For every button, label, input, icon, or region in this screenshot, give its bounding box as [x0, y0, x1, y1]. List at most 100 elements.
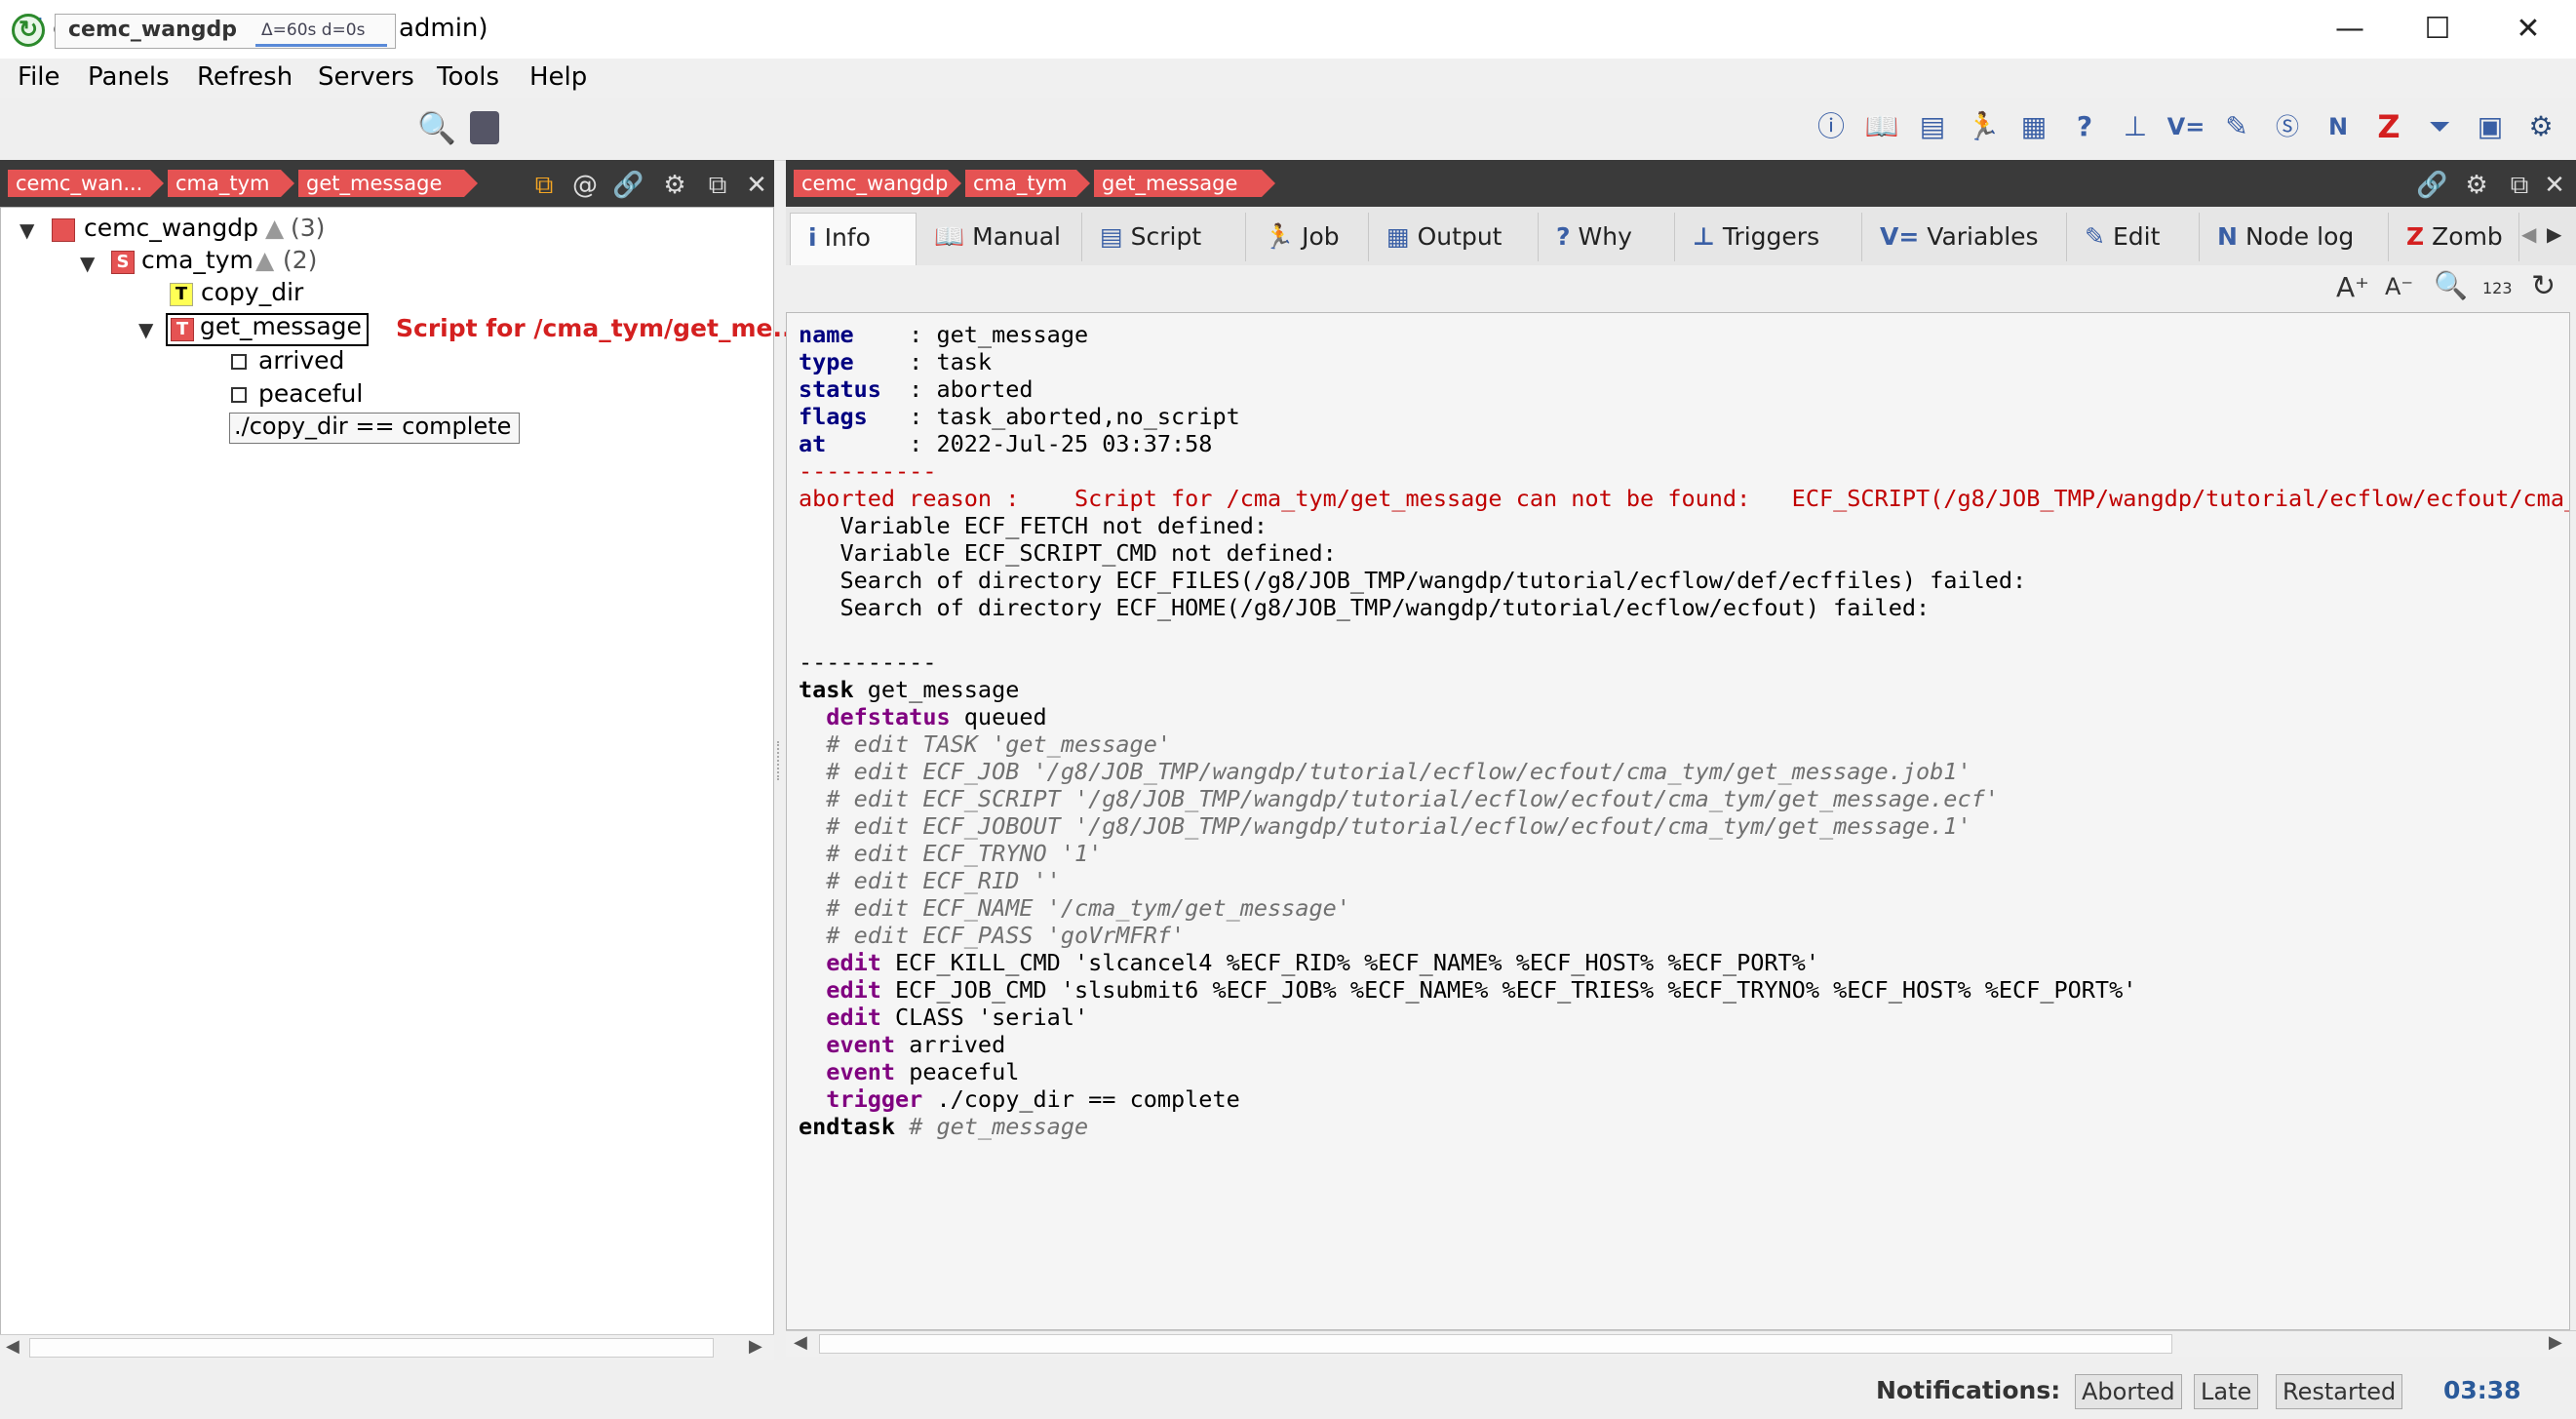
zombie-icon: Z: [2406, 222, 2425, 251]
tree-suite-label[interactable]: cma_tym: [141, 246, 254, 274]
search-icon[interactable]: 🔍: [417, 109, 456, 146]
tree-suite-count: (2): [283, 246, 318, 274]
notification-restarted[interactable]: Restarted: [2276, 1374, 2403, 1409]
menu-help[interactable]: Help: [529, 62, 587, 92]
reload-icon[interactable]: ↻: [2531, 269, 2556, 303]
menu-tools[interactable]: Tools: [437, 62, 499, 92]
tab-triggers[interactable]: ⊥ Triggers: [1675, 213, 1862, 261]
tab-zombies[interactable]: Z Zomb: [2389, 213, 2519, 261]
tree-task-copy-dir[interactable]: copy_dir: [201, 278, 303, 306]
script-file-icon[interactable]: Ⓢ: [2268, 107, 2307, 146]
refresh-icon[interactable]: ↻: [12, 14, 45, 47]
tab-variables[interactable]: V= Variables: [1862, 213, 2067, 261]
tab-script[interactable]: ▤ Script: [1082, 213, 1246, 261]
search-icon[interactable]: 🔍: [2434, 269, 2468, 301]
tree-scroll-thumb[interactable]: [29, 1338, 714, 1358]
tab-node-log[interactable]: N Node log: [2200, 213, 2389, 261]
detach-panel-icon[interactable]: ⧉: [2504, 170, 2535, 201]
tab-scroll-left-icon[interactable]: ◀: [2521, 222, 2536, 246]
def-task-name: get_message: [853, 676, 1020, 703]
info-scroll-thumb[interactable]: [819, 1334, 2172, 1354]
event-checkbox-icon[interactable]: [231, 354, 247, 370]
tab-manual[interactable]: 📖 Manual: [917, 213, 1082, 261]
panel-splitter[interactable]: [777, 741, 785, 780]
breadcrumb-suite[interactable]: cma_tym: [168, 170, 294, 197]
def-task-keyword: task: [799, 676, 854, 703]
menu-file[interactable]: File: [18, 62, 60, 92]
variables-icon[interactable]: V=: [2166, 107, 2205, 146]
at-search-icon[interactable]: @: [569, 170, 601, 201]
tab-edit[interactable]: ✎ Edit: [2067, 213, 2200, 261]
breadcrumb-server[interactable]: cemc_wan...: [8, 170, 164, 197]
aborted-status-icon: [52, 218, 75, 242]
job-icon[interactable]: 🏃: [1964, 107, 2003, 146]
aborted-reason: aborted reason : Script for /cma_tym/get…: [799, 485, 2570, 512]
tree-task-get-message[interactable]: get_message: [200, 312, 362, 340]
panel-settings-icon[interactable]: ⚙: [659, 170, 690, 201]
task-badge-icon: T: [171, 318, 194, 341]
status-bar: [0, 1365, 2576, 1419]
increase-font-icon[interactable]: A⁺: [2336, 271, 2369, 303]
triggers-icon: ⊥: [1693, 222, 1715, 251]
script-icon[interactable]: ▤: [1913, 107, 1952, 146]
close-button[interactable]: ✕: [2494, 8, 2562, 51]
breadcrumb-task[interactable]: get_message: [1094, 170, 1275, 197]
triggers-icon[interactable]: ⊥: [2116, 107, 2155, 146]
abort-reason-text: Script for /cma_tym/get_me...: [396, 314, 800, 342]
why-icon: ?: [1556, 222, 1571, 251]
scroll-right-icon[interactable]: ▶: [749, 1336, 762, 1357]
maximize-button[interactable]: ☐: [2403, 8, 2472, 51]
def-event-keyword: event: [826, 1058, 896, 1085]
decrease-font-icon[interactable]: A⁻: [2385, 273, 2413, 300]
link-icon[interactable]: 🔗: [612, 170, 644, 201]
event-checkbox-icon[interactable]: [231, 387, 247, 403]
breadcrumb-suite[interactable]: cma_tym: [965, 170, 1090, 197]
collapse-arrow-icon[interactable]: ▼: [138, 318, 153, 341]
scroll-left-icon[interactable]: ◀: [6, 1336, 20, 1357]
server-database-icon[interactable]: [470, 111, 499, 144]
node-filter-icon[interactable]: ⧉: [528, 170, 560, 201]
info-icon[interactable]: ⓘ: [1812, 107, 1851, 146]
tab-job[interactable]: 🏃 Job: [1246, 213, 1369, 261]
dashboard-icon[interactable]: ▣: [2471, 107, 2510, 146]
collapse-arrow-icon[interactable]: ▼: [80, 252, 95, 275]
breadcrumb-server[interactable]: cemc_wangdp: [794, 170, 961, 197]
why-icon[interactable]: ?: [2065, 107, 2104, 146]
collapse-arrow-icon[interactable]: ▼: [20, 218, 34, 242]
scroll-left-icon[interactable]: ◀: [794, 1332, 807, 1353]
reason-line-1: Variable ECF_FETCH not defined:: [799, 512, 1268, 539]
menu-refresh[interactable]: Refresh: [197, 62, 293, 92]
link-icon[interactable]: 🔗: [2416, 170, 2447, 201]
zombie-icon[interactable]: Z: [2369, 107, 2408, 146]
tree-server-label[interactable]: cemc_wangdp: [84, 214, 258, 242]
notification-late[interactable]: Late: [2194, 1374, 2259, 1409]
menu-panels[interactable]: Panels: [88, 62, 170, 92]
tab-scroll-right-icon[interactable]: ▶: [2547, 222, 2561, 246]
output-icon[interactable]: ▦: [2014, 107, 2053, 146]
edit-icon[interactable]: ✎: [2217, 107, 2256, 146]
node-log-icon[interactable]: N: [2319, 107, 2358, 146]
tab-info[interactable]: i Info: [790, 213, 917, 265]
tree-event-arrived[interactable]: arrived: [258, 346, 344, 374]
filter-icon[interactable]: ⏷: [2420, 107, 2459, 146]
breadcrumb-task[interactable]: get_message: [298, 170, 478, 197]
notification-aborted[interactable]: Aborted: [2075, 1374, 2182, 1409]
close-panel-icon[interactable]: ✕: [741, 170, 772, 201]
settings-icon[interactable]: ⚙: [2521, 107, 2560, 146]
scroll-right-icon[interactable]: ▶: [2549, 1332, 2562, 1353]
reason-line-2: Variable ECF_SCRIPT_CMD not defined:: [799, 539, 1337, 567]
manual-icon[interactable]: 📖: [1862, 107, 1901, 146]
line-numbers-icon[interactable]: 123: [2482, 279, 2513, 297]
def-defstatus-value: queued: [950, 703, 1047, 730]
tab-why[interactable]: ? Why: [1539, 213, 1675, 261]
info-text-view[interactable]: name : get_message type : task status : …: [786, 312, 2570, 1330]
minimize-button[interactable]: —: [2316, 8, 2384, 51]
menu-servers[interactable]: Servers: [318, 62, 414, 92]
field-flags-value: task_aborted,no_script: [936, 403, 1240, 430]
detach-panel-icon[interactable]: ⧉: [702, 170, 733, 201]
close-panel-icon[interactable]: ✕: [2539, 170, 2570, 201]
panel-settings-icon[interactable]: ⚙: [2461, 170, 2492, 201]
task-badge-icon: T: [170, 283, 193, 306]
tree-event-peaceful[interactable]: peaceful: [258, 379, 363, 408]
tab-output[interactable]: ▦ Output: [1369, 213, 1539, 261]
